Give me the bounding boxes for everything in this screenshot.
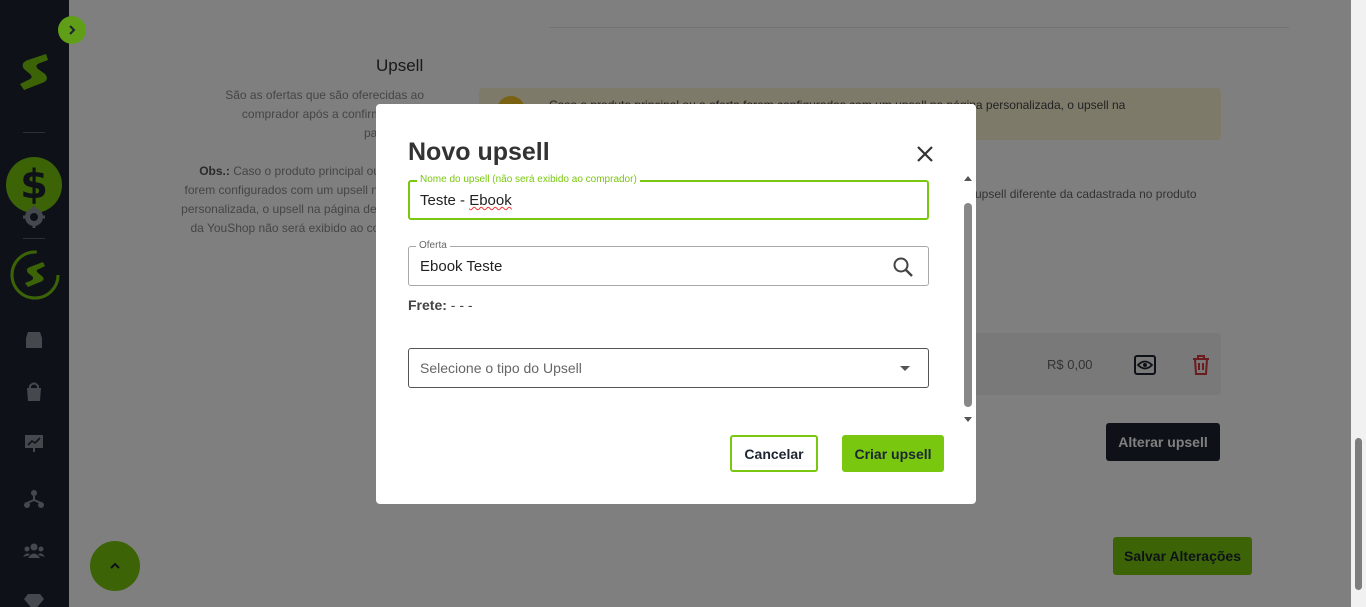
offer-label: Oferta [416,239,450,253]
upsell-name-input[interactable]: Teste - Ebook [420,192,512,209]
upsell-name-value-prefix: Teste - [420,192,470,209]
modal-title: Novo upsell [408,138,550,166]
upsell-name-field[interactable]: Nome do upsell (não será exibido ao comp… [408,173,929,220]
page-scrollbar-thumb[interactable] [1355,438,1362,590]
sidebar-toggle-button[interactable] [58,16,86,44]
caret-down-icon [900,366,910,371]
scroll-down-arrow-icon[interactable] [964,417,972,422]
search-icon[interactable] [892,256,914,278]
chevron-right-icon [69,25,76,35]
upsell-name-label: Nome do upsell (não será exibido ao comp… [417,173,640,187]
page-scrollbar[interactable] [1351,0,1366,607]
modal-scrollbar-thumb[interactable] [964,203,972,407]
frete-label: Frete: [408,297,447,313]
novo-upsell-modal: Novo upsell Nome do upsell (não será exi… [376,104,976,504]
offer-field[interactable]: Oferta Ebook Teste [408,239,929,286]
frete-info: Frete: - - - [408,297,473,313]
close-button[interactable] [913,142,937,166]
create-upsell-button[interactable]: Criar upsell [842,435,944,472]
cancel-button[interactable]: Cancelar [730,435,818,472]
modal-scrollbar[interactable] [962,176,974,422]
close-icon [917,146,933,162]
upsell-type-select[interactable]: Selecione o tipo do Upsell [408,348,929,388]
upsell-type-placeholder: Selecione o tipo do Upsell [420,360,582,376]
frete-value: - - - [450,297,473,313]
scroll-up-arrow-icon[interactable] [964,176,972,181]
offer-input[interactable]: Ebook Teste [420,258,502,275]
upsell-name-misspelled-word: Ebook [469,192,512,209]
